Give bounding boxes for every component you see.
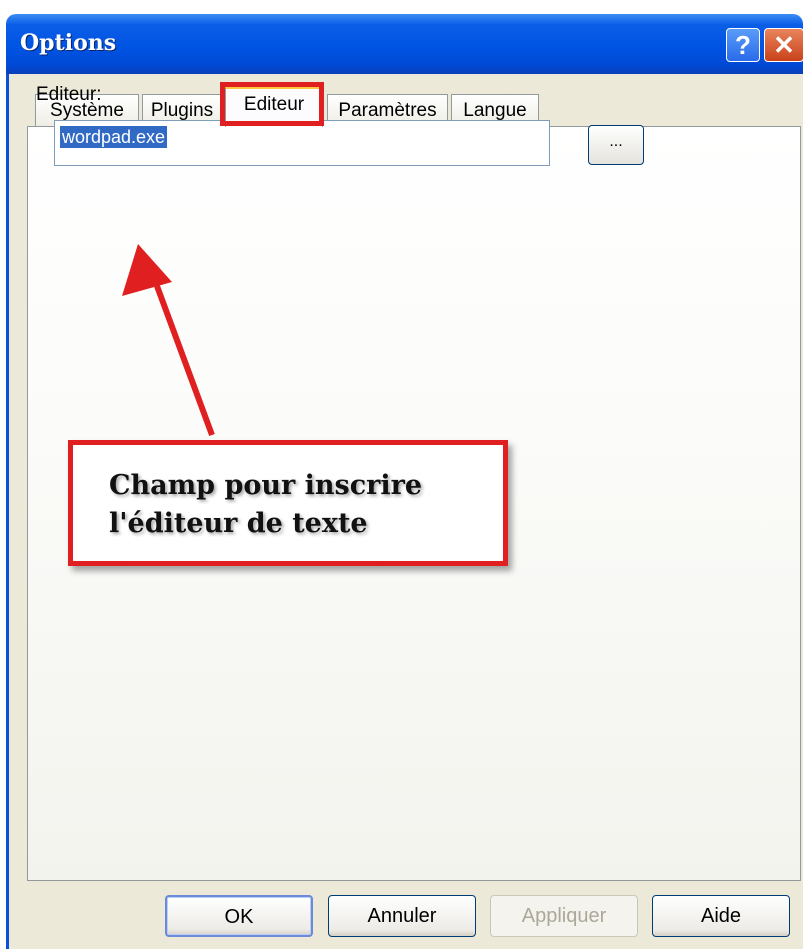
help-title-button[interactable]: ? (726, 28, 760, 62)
close-icon: ✕ (773, 30, 795, 60)
close-button[interactable]: ✕ (764, 28, 803, 62)
browse-button[interactable]: ... (588, 125, 644, 165)
annotation-callout: Champ pour inscrire l'éditeur de texte (68, 440, 508, 566)
apply-button: Appliquer (490, 895, 638, 937)
editor-label: Editeur: (36, 84, 102, 105)
options-window: Options ? ✕ Système Plugins Editeur Para… (0, 0, 803, 949)
title-bar[interactable]: Options ? ✕ (6, 14, 803, 74)
cancel-button[interactable]: Annuler (328, 895, 476, 937)
callout-text: Champ pour inscrire l'éditeur de texte (109, 467, 499, 543)
help-button[interactable]: Aide (652, 895, 790, 937)
question-icon: ? (735, 30, 751, 60)
window-title: Options (20, 30, 117, 56)
tab-highlight-box (220, 82, 324, 126)
callout-line-2: l'éditeur de texte (109, 508, 368, 539)
ok-button[interactable]: OK (165, 895, 313, 937)
callout-line-1: Champ pour inscrire (109, 470, 423, 501)
editor-path-value: wordpad.exe (60, 126, 168, 148)
